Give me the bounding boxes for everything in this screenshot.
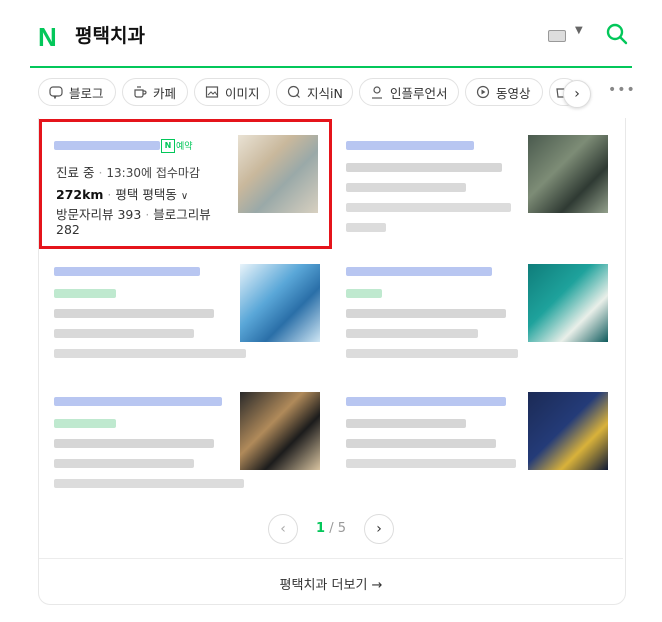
tab-label: 동영상 (496, 85, 531, 101)
tab-cafe[interactable]: 카페 (122, 78, 188, 106)
search-icon[interactable] (605, 22, 629, 46)
tab-label: 인플루언서 (390, 85, 448, 101)
place-thumbnail[interactable] (528, 392, 608, 470)
total-pages: / 5 (329, 521, 346, 536)
more-results-link[interactable]: 평택치과 더보기 → (39, 558, 623, 607)
tab-label: 이미지 (225, 85, 260, 101)
place-item-5[interactable] (38, 380, 328, 498)
place-item-2[interactable] (330, 120, 620, 238)
kin-icon (287, 85, 301, 99)
search-tabs: 블로그 카페 이미지 지식iN 인플루언서 동영상 › ••• (30, 68, 635, 118)
page-indicator: 1 / 5 (316, 521, 346, 536)
pagination: ‹ 1 / 5 › (268, 514, 398, 544)
place-item-4[interactable] (330, 250, 620, 368)
tab-label: 지식iN (307, 85, 343, 101)
place-thumbnail[interactable] (240, 392, 320, 470)
blog-icon (49, 85, 63, 99)
naver-logo[interactable]: N (38, 24, 57, 50)
tabs-next-button[interactable]: › (563, 80, 591, 108)
video-icon (476, 85, 490, 99)
chevron-right-icon: › (376, 521, 382, 537)
more-icon[interactable]: ••• (608, 82, 636, 98)
chevron-left-icon: ‹ (280, 521, 286, 537)
prev-page-button[interactable]: ‹ (268, 514, 298, 544)
current-page: 1 (316, 521, 326, 536)
chevron-right-icon: › (574, 86, 580, 102)
tab-label: 카페 (153, 85, 177, 101)
tab-image[interactable]: 이미지 (194, 78, 270, 106)
place-thumbnail[interactable] (240, 264, 320, 342)
search-query[interactable]: 평택치과 (75, 25, 145, 47)
highlight-box (39, 119, 332, 249)
place-thumbnail[interactable] (528, 264, 608, 342)
influencer-icon (370, 85, 384, 99)
place-thumbnail[interactable] (528, 135, 608, 213)
tab-kin[interactable]: 지식iN (276, 78, 353, 106)
place-item-6[interactable] (330, 380, 620, 498)
tab-label: 블로그 (69, 85, 104, 101)
image-icon (205, 85, 219, 99)
chevron-down-icon[interactable]: ▼ (575, 25, 583, 36)
tab-influencer[interactable]: 인플루언서 (359, 78, 459, 106)
tab-video[interactable]: 동영상 (465, 78, 543, 106)
place-item-3[interactable] (38, 250, 328, 368)
tab-blog[interactable]: 블로그 (38, 78, 116, 106)
keyboard-icon[interactable] (548, 30, 566, 42)
cafe-icon (133, 85, 147, 99)
next-page-button[interactable]: › (364, 514, 394, 544)
search-header: N 평택치과 ▼ (30, 0, 632, 68)
